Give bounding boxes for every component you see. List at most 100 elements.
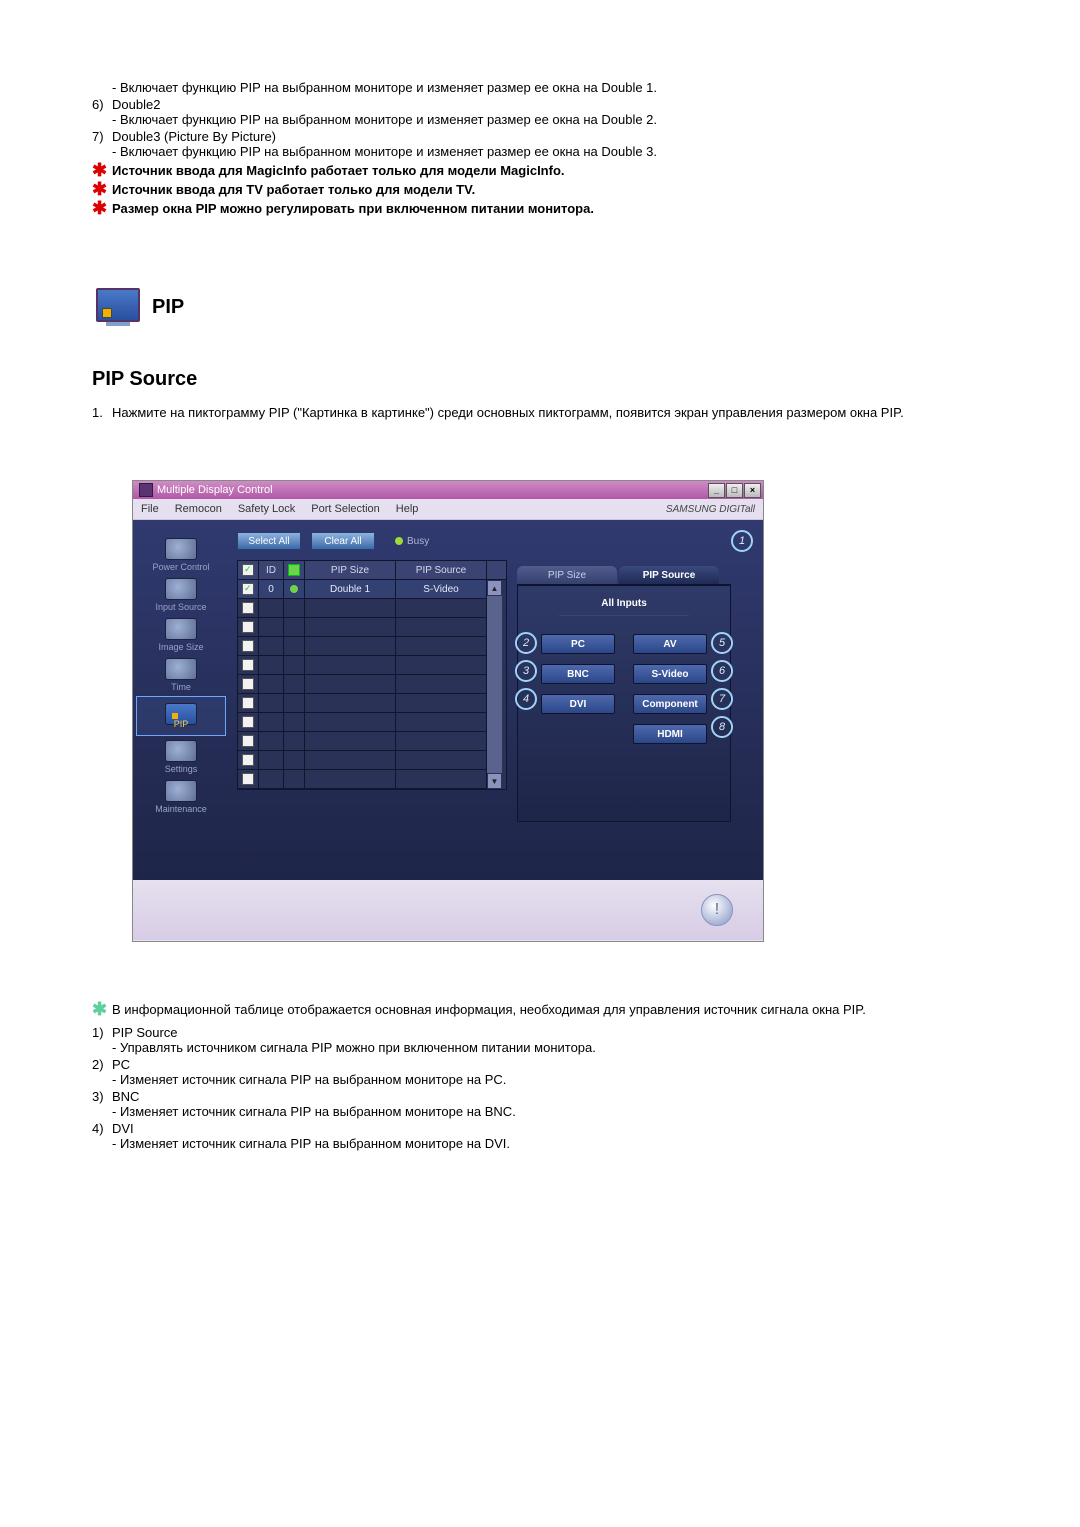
list-item-title: BNC [112,1089,139,1104]
menu-help[interactable]: Help [396,503,419,515]
busy-label: Busy [407,536,429,547]
callout-badge-6: 6 [711,660,733,682]
row-checkbox[interactable] [242,697,254,709]
window-titlebar: Multiple Display Control _ □ × [133,481,763,499]
callout-badge-1: 1 [731,530,753,552]
grid-header-checkbox[interactable] [238,561,259,579]
sidebar-item-label: Settings [165,764,198,774]
table-row[interactable] [238,599,487,618]
list-item-7: 7) Double3 (Picture By Picture) - Включа… [92,129,988,159]
row-checkbox[interactable] [242,640,254,652]
sidebar-item-image-size[interactable]: Image Size [137,616,225,654]
table-row[interactable] [238,713,487,732]
row-checkbox[interactable] [242,754,254,766]
table-row[interactable]: 0 Double 1 S-Video [238,580,487,599]
time-icon [165,658,197,680]
list-item-title: Double3 (Picture By Picture) [112,129,276,144]
table-row[interactable] [238,656,487,675]
list-item-number: 1) [92,1025,112,1040]
row-checkbox[interactable] [242,735,254,747]
row-checkbox[interactable] [242,659,254,671]
info-note: ✱ В информационной таблице отображается … [92,1002,988,1017]
row-pipsource: S-Video [396,580,487,598]
av-button[interactable]: AV [633,634,707,654]
row-checkbox[interactable] [242,621,254,633]
scroll-down-icon[interactable]: ▼ [487,773,502,789]
clear-all-button[interactable]: Clear All [311,532,375,550]
note-text: Источник ввода для TV работает только дл… [112,182,475,197]
sidebar-item-time[interactable]: Time [137,656,225,694]
sidebar-item-settings[interactable]: Settings [137,738,225,776]
grid-header-id: ID [259,561,284,579]
menu-file[interactable]: File [141,503,159,515]
status-dot-icon [290,585,298,593]
top-text-block: - Включает функцию PIP на выбранном мони… [92,80,988,216]
vertical-scrollbar[interactable]: ▲ ▼ [487,580,502,789]
grid-header-pipsource: PIP Source [396,561,487,579]
intro-text: Нажмите на пиктограмму PIP ("Картинка в … [112,405,904,420]
tab-pip-source[interactable]: PIP Source [619,566,719,584]
info-icon[interactable]: ! [701,894,733,926]
table-row[interactable] [238,675,487,694]
svideo-button[interactable]: S-Video [633,664,707,684]
minimize-button[interactable]: _ [708,483,725,498]
list-item-number: 3) [92,1089,112,1104]
table-row[interactable] [238,694,487,713]
row-checkbox[interactable] [242,716,254,728]
grid-toolbar: Select All Clear All Busy [237,532,507,550]
sidebar-item-maintenance[interactable]: Maintenance [137,778,225,816]
menu-safety-lock[interactable]: Safety Lock [238,503,295,515]
maximize-button[interactable]: □ [726,483,743,498]
menu-port-selection[interactable]: Port Selection [311,503,379,515]
note-text: Источник ввода для MagicInfo работает то… [112,163,565,178]
maintenance-icon [165,780,197,802]
bnc-button[interactable]: BNC [541,664,615,684]
callout-badge-8: 8 [711,716,733,738]
component-button[interactable]: Component [633,694,707,714]
pip-heading-text: PIP [152,296,184,319]
brand-label: SAMSUNG DIGITall [666,504,755,515]
busy-indicator: Busy [395,536,429,547]
list-item-number: 4) [92,1121,112,1136]
scroll-up-icon[interactable]: ▲ [487,580,502,596]
section-heading: PIP Source [92,368,988,391]
list-item-number: 2) [92,1057,112,1072]
input-source-icon [165,578,197,600]
important-note-1: ✱ Источник ввода для MagicInfo работает … [92,163,988,178]
row-checkbox[interactable] [242,602,254,614]
sidebar-item-input-source[interactable]: Input Source [137,576,225,614]
sidebar-item-pip[interactable]: PIP [136,696,226,736]
power-icon [165,538,197,560]
table-row[interactable] [238,618,487,637]
select-all-button[interactable]: Select All [237,532,301,550]
list-item-title: DVI [112,1121,134,1136]
asterisk-icon: ✱ [92,1002,106,1016]
asterisk-icon: ✱ [92,163,106,177]
list-item-desc: - Управлять источником сигнала PIP можно… [112,1040,988,1055]
important-note-2: ✱ Источник ввода для TV работает только … [92,182,988,197]
table-row[interactable] [238,770,487,789]
table-row[interactable] [238,637,487,656]
table-row[interactable] [238,751,487,770]
tab-pip-size[interactable]: PIP Size [517,566,617,584]
row-id: 0 [259,580,284,598]
row-checkbox[interactable] [242,773,254,785]
app-screenshot: Multiple Display Control _ □ × File Remo… [132,480,764,942]
important-note-3: ✱ Размер окна PIP можно регулировать при… [92,201,988,216]
list-item-title: PC [112,1057,130,1072]
right-panel-area: PIP Size PIP Source 1 All Inputs 2 PC [517,532,731,880]
monitor-pip-icon [92,286,142,328]
grid-header-pipsize: PIP Size [305,561,396,579]
menu-remocon[interactable]: Remocon [175,503,222,515]
close-button[interactable]: × [744,483,761,498]
list-item-2: 2) PC - Изменяет источник сигнала PIP на… [92,1057,988,1087]
row-checkbox[interactable] [242,678,254,690]
dvi-button[interactable]: DVI [541,694,615,714]
asterisk-icon: ✱ [92,201,106,215]
pc-button[interactable]: PC [541,634,615,654]
sidebar-item-power[interactable]: Power Control [137,536,225,574]
table-row[interactable] [238,732,487,751]
callout-badge-3: 3 [515,660,537,682]
row-checkbox[interactable] [242,583,254,595]
hdmi-button[interactable]: HDMI [633,724,707,744]
